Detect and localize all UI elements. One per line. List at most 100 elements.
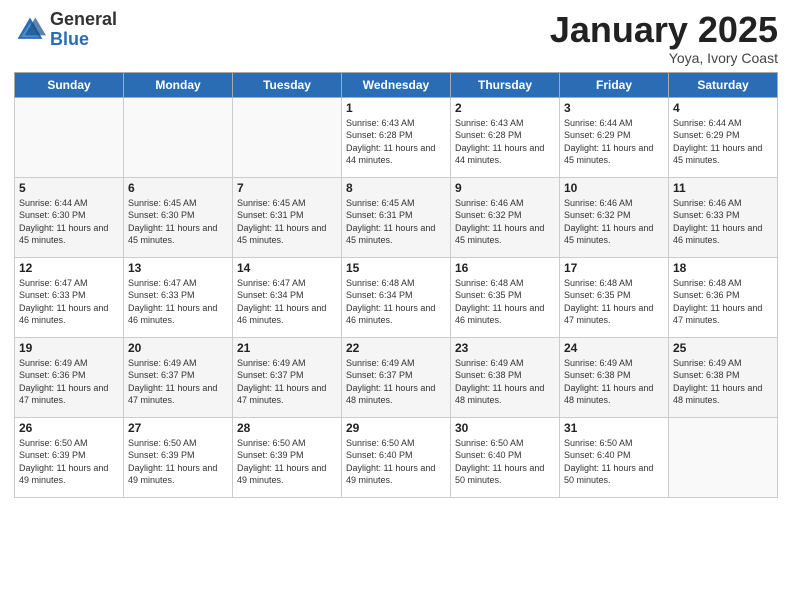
day-detail: Sunrise: 6:50 AMSunset: 6:40 PMDaylight:… [564,437,664,487]
day-detail: Sunrise: 6:50 AMSunset: 6:39 PMDaylight:… [237,437,337,487]
day-cell: 2 Sunrise: 6:43 AMSunset: 6:28 PMDaylight… [451,97,560,177]
day-header-friday: Friday [560,72,669,97]
day-number: 5 [19,181,119,195]
day-detail: Sunrise: 6:50 AMSunset: 6:39 PMDaylight:… [19,437,119,487]
day-detail: Sunrise: 6:46 AMSunset: 6:32 PMDaylight:… [455,197,555,247]
day-detail: Sunrise: 6:49 AMSunset: 6:38 PMDaylight:… [564,357,664,407]
day-cell: 10 Sunrise: 6:46 AMSunset: 6:32 PMDayligh… [560,177,669,257]
day-number: 17 [564,261,664,275]
day-detail: Sunrise: 6:44 AMSunset: 6:29 PMDaylight:… [673,117,773,167]
day-cell: 29Sunrise: 6:50 AMSunset: 6:40 PMDayligh… [342,417,451,497]
logo-general: General [50,10,117,30]
day-number: 6 [128,181,228,195]
day-detail: Sunrise: 6:49 AMSunset: 6:36 PMDaylight:… [19,357,119,407]
day-cell: 19 Sunrise: 6:49 AMSunset: 6:36 PMDayligh… [15,337,124,417]
day-detail: Sunrise: 6:47 AMSunset: 6:33 PMDaylight:… [128,277,228,327]
day-number: 9 [455,181,555,195]
day-header-thursday: Thursday [451,72,560,97]
day-cell [124,97,233,177]
day-number: 30 [455,421,555,435]
day-detail: Sunrise: 6:43 AMSunset: 6:28 PMDaylight:… [455,117,555,167]
day-detail: Sunrise: 6:49 AMSunset: 6:38 PMDaylight:… [673,357,773,407]
week-row-5: 26Sunrise: 6:50 AMSunset: 6:39 PMDayligh… [15,417,778,497]
day-number: 4 [673,101,773,115]
calendar-table: SundayMondayTuesdayWednesdayThursdayFrid… [14,72,778,498]
day-cell: 4 Sunrise: 6:44 AMSunset: 6:29 PMDaylight… [669,97,778,177]
day-number: 2 [455,101,555,115]
day-detail: Sunrise: 6:50 AMSunset: 6:39 PMDaylight:… [128,437,228,487]
day-cell: 5Sunrise: 6:44 AMSunset: 6:30 PMDaylight… [15,177,124,257]
day-number: 27 [128,421,228,435]
day-number: 23 [455,341,555,355]
day-cell: 6 Sunrise: 6:45 AMSunset: 6:30 PMDaylight… [124,177,233,257]
day-detail: Sunrise: 6:50 AMSunset: 6:40 PMDaylight:… [346,437,446,487]
day-cell: 30 Sunrise: 6:50 AMSunset: 6:40 PMDayligh… [451,417,560,497]
day-cell: 28 Sunrise: 6:50 AMSunset: 6:39 PMDayligh… [233,417,342,497]
day-number: 8 [346,181,446,195]
day-number: 25 [673,341,773,355]
logo: General Blue [14,10,117,50]
day-cell: 11 Sunrise: 6:46 AMSunset: 6:33 PMDayligh… [669,177,778,257]
logo-icon [14,14,46,46]
day-cell: 3Sunrise: 6:44 AMSunset: 6:29 PMDaylight… [560,97,669,177]
day-header-tuesday: Tuesday [233,72,342,97]
day-number: 15 [346,261,446,275]
day-cell: 13Sunrise: 6:47 AMSunset: 6:33 PMDayligh… [124,257,233,337]
day-number: 7 [237,181,337,195]
day-number: 12 [19,261,119,275]
day-header-row: SundayMondayTuesdayWednesdayThursdayFrid… [15,72,778,97]
week-row-3: 12 Sunrise: 6:47 AMSunset: 6:33 PMDayligh… [15,257,778,337]
day-cell: 20Sunrise: 6:49 AMSunset: 6:37 PMDayligh… [124,337,233,417]
location-subtitle: Yoya, Ivory Coast [550,50,778,66]
title-block: January 2025 Yoya, Ivory Coast [550,10,778,66]
day-detail: Sunrise: 6:50 AMSunset: 6:40 PMDaylight:… [455,437,555,487]
day-cell: 27 Sunrise: 6:50 AMSunset: 6:39 PMDayligh… [124,417,233,497]
day-detail: Sunrise: 6:48 AMSunset: 6:35 PMDaylight:… [564,277,664,327]
day-cell: 16Sunrise: 6:48 AMSunset: 6:35 PMDayligh… [451,257,560,337]
day-detail: Sunrise: 6:49 AMSunset: 6:37 PMDaylight:… [346,357,446,407]
day-detail: Sunrise: 6:44 AMSunset: 6:29 PMDaylight:… [564,117,664,167]
day-number: 22 [346,341,446,355]
day-cell: 25 Sunrise: 6:49 AMSunset: 6:38 PMDayligh… [669,337,778,417]
day-cell: 23 Sunrise: 6:49 AMSunset: 6:38 PMDayligh… [451,337,560,417]
day-detail: Sunrise: 6:47 AMSunset: 6:33 PMDaylight:… [19,277,119,327]
day-header-monday: Monday [124,72,233,97]
day-cell: 24 Sunrise: 6:49 AMSunset: 6:38 PMDayligh… [560,337,669,417]
day-number: 10 [564,181,664,195]
week-row-1: 1 Sunrise: 6:43 AMSunset: 6:28 PMDaylight… [15,97,778,177]
day-number: 14 [237,261,337,275]
day-number: 18 [673,261,773,275]
day-detail: Sunrise: 6:48 AMSunset: 6:35 PMDaylight:… [455,277,555,327]
day-cell: 31Sunrise: 6:50 AMSunset: 6:40 PMDayligh… [560,417,669,497]
day-number: 24 [564,341,664,355]
day-cell: 15Sunrise: 6:48 AMSunset: 6:34 PMDayligh… [342,257,451,337]
day-header-sunday: Sunday [15,72,124,97]
day-cell: 26Sunrise: 6:50 AMSunset: 6:39 PMDayligh… [15,417,124,497]
day-cell: 18 Sunrise: 6:48 AMSunset: 6:36 PMDayligh… [669,257,778,337]
day-cell: 8 Sunrise: 6:45 AMSunset: 6:31 PMDaylight… [342,177,451,257]
day-detail: Sunrise: 6:45 AMSunset: 6:30 PMDaylight:… [128,197,228,247]
day-cell: 22 Sunrise: 6:49 AMSunset: 6:37 PMDayligh… [342,337,451,417]
day-detail: Sunrise: 6:49 AMSunset: 6:37 PMDaylight:… [237,357,337,407]
day-detail: Sunrise: 6:49 AMSunset: 6:38 PMDaylight:… [455,357,555,407]
day-detail: Sunrise: 6:46 AMSunset: 6:32 PMDaylight:… [564,197,664,247]
day-number: 11 [673,181,773,195]
logo-blue: Blue [50,30,117,50]
day-cell: 17 Sunrise: 6:48 AMSunset: 6:35 PMDayligh… [560,257,669,337]
day-detail: Sunrise: 6:45 AMSunset: 6:31 PMDaylight:… [346,197,446,247]
day-cell: 21 Sunrise: 6:49 AMSunset: 6:37 PMDayligh… [233,337,342,417]
day-cell [669,417,778,497]
day-header-wednesday: Wednesday [342,72,451,97]
day-number: 21 [237,341,337,355]
day-number: 28 [237,421,337,435]
day-header-saturday: Saturday [669,72,778,97]
logo-text: General Blue [50,10,117,50]
day-detail: Sunrise: 6:46 AMSunset: 6:33 PMDaylight:… [673,197,773,247]
day-cell [15,97,124,177]
day-number: 19 [19,341,119,355]
day-cell: 1Sunrise: 6:43 AMSunset: 6:28 PMDaylight… [342,97,451,177]
day-detail: Sunrise: 6:48 AMSunset: 6:36 PMDaylight:… [673,277,773,327]
day-cell [233,97,342,177]
day-number: 1 [346,101,446,115]
day-cell: 12 Sunrise: 6:47 AMSunset: 6:33 PMDayligh… [15,257,124,337]
